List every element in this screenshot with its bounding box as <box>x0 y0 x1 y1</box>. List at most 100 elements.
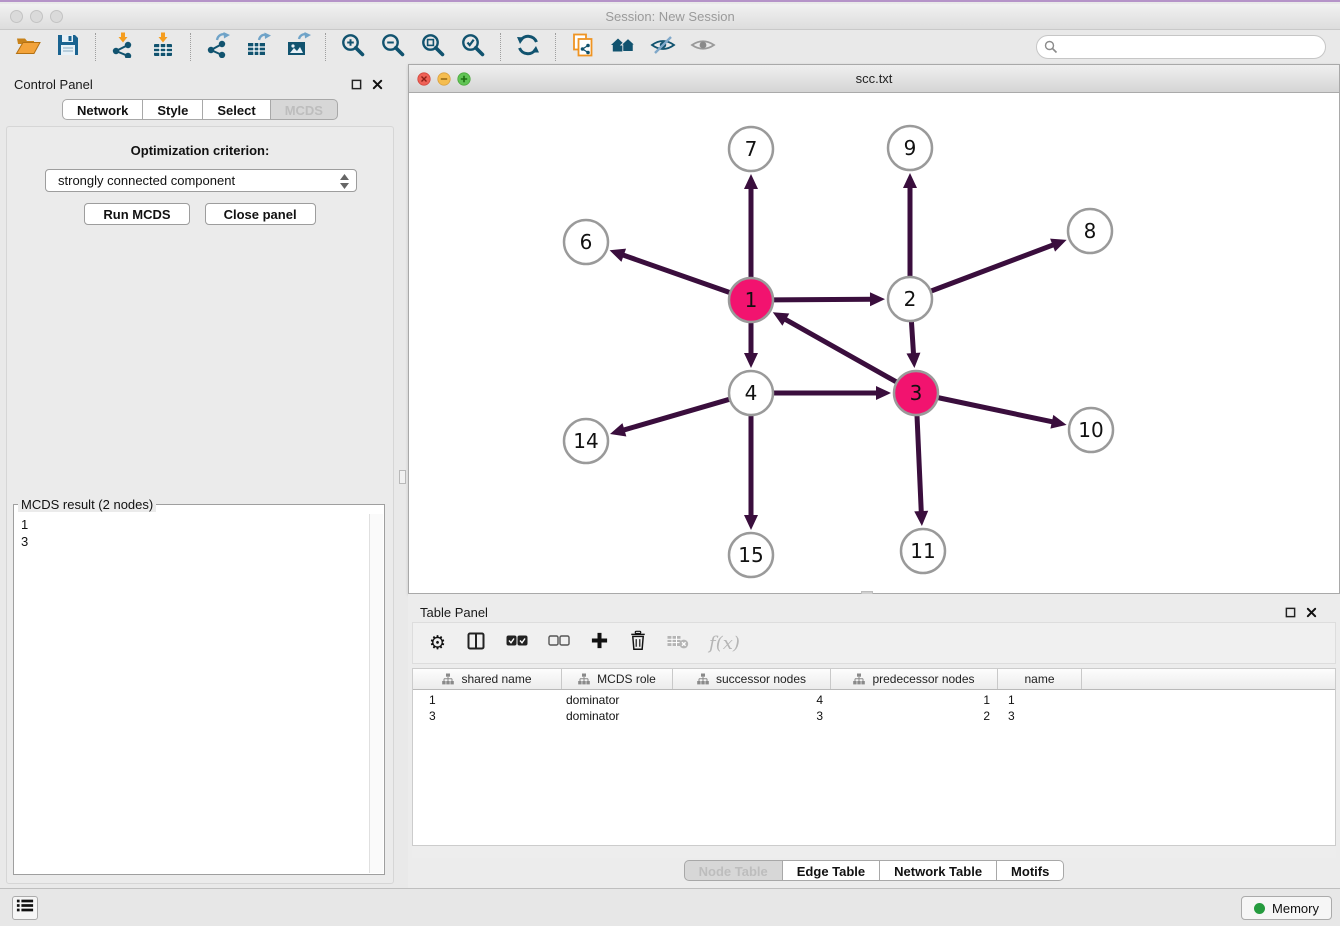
run-mcds-button[interactable]: Run MCDS <box>84 203 189 225</box>
table-cell: 1 <box>831 692 998 708</box>
table-cell: 3 <box>998 708 1082 724</box>
task-history-button[interactable] <box>12 896 38 920</box>
graph-edge-2-3[interactable] <box>911 322 913 356</box>
columns-icon <box>466 631 486 656</box>
panel-splitter-handle[interactable] <box>399 470 406 484</box>
show-details-button[interactable] <box>683 32 723 62</box>
mcds-result-scrollbar[interactable] <box>369 514 383 873</box>
search-input[interactable] <box>1036 35 1326 59</box>
plus-icon <box>590 631 609 655</box>
mcds-result-text: 1 3 <box>15 514 369 873</box>
add-column-button[interactable] <box>590 631 609 655</box>
table-row[interactable]: 1dominator411 <box>413 692 1335 708</box>
table-header-row: shared nameMCDS rolesuccessor nodesprede… <box>413 669 1335 690</box>
toolbar-separator <box>190 33 191 61</box>
save-session-button[interactable] <box>48 32 88 62</box>
node-table: shared nameMCDS rolesuccessor nodesprede… <box>412 668 1336 846</box>
import-table-button[interactable] <box>143 32 183 62</box>
graph-node-label-2: 2 <box>904 287 917 311</box>
criterion-dropdown[interactable]: strongly connected component <box>45 169 357 192</box>
graph-edge-1-6[interactable] <box>621 254 729 292</box>
refresh-view-button[interactable] <box>508 32 548 62</box>
graph-node-label-3: 3 <box>910 381 923 405</box>
application-window: Session: New Session <box>0 0 1340 926</box>
delete-row-button[interactable] <box>629 631 647 655</box>
zoom-in-button[interactable] <box>333 32 373 62</box>
table-cell: 3 <box>413 708 562 724</box>
graph-edge-arrowhead <box>610 423 626 436</box>
zoom-out-icon <box>380 32 406 63</box>
graph-edge-4-14[interactable] <box>622 399 729 430</box>
toolbar-separator <box>95 33 96 61</box>
graph-edge-3-11[interactable] <box>917 416 921 514</box>
tab-motifs[interactable]: Motifs <box>997 860 1064 881</box>
list-icon <box>16 898 34 918</box>
close-panel-button[interactable]: Close panel <box>205 203 316 225</box>
graph-edge-3-1[interactable] <box>783 318 896 382</box>
table-cell: 1 <box>998 692 1082 708</box>
graph-node-label-1: 1 <box>745 288 758 312</box>
graph-node-label-4: 4 <box>745 381 758 405</box>
control-panel-title: Control Panel <box>14 77 93 92</box>
zoom-in-icon <box>340 32 366 63</box>
close-panel-icon[interactable] <box>371 78 384 91</box>
column-header-shared-name[interactable]: shared name <box>413 669 562 689</box>
graph-edge-2-8[interactable] <box>932 244 1056 291</box>
graph-edge-3-10[interactable] <box>939 398 1055 423</box>
column-header-predecessor-nodes[interactable]: predecessor nodes <box>831 669 998 689</box>
close-table-panel-icon[interactable] <box>1305 606 1318 619</box>
open-folder-icon <box>15 32 41 63</box>
home-button[interactable] <box>603 32 643 62</box>
graph-edge-arrowhead <box>744 515 758 530</box>
network-file-manager-button[interactable] <box>563 32 603 62</box>
open-session-button[interactable] <box>8 32 48 62</box>
column-header-name[interactable]: name <box>998 669 1082 689</box>
deselect-all-rows-button[interactable] <box>548 631 570 655</box>
memory-button[interactable]: Memory <box>1241 896 1332 920</box>
graph-node-label-15: 15 <box>738 543 763 567</box>
network-graph: 1234678910111415 <box>409 93 1339 593</box>
control-panel-tabs: NetworkStyleSelectMCDS <box>0 99 400 120</box>
network-window-titlebar: scc.txt <box>409 65 1339 93</box>
table-row[interactable]: 3dominator323 <box>413 708 1335 724</box>
control-panel-header: Control Panel <box>14 72 394 96</box>
graph-edge-arrowhead <box>876 386 891 400</box>
export-table-button[interactable] <box>238 32 278 62</box>
tab-node-table[interactable]: Node Table <box>684 860 783 881</box>
column-header-MCDS-role[interactable]: MCDS role <box>562 669 673 689</box>
zoom-out-button[interactable] <box>373 32 413 62</box>
export-image-button[interactable] <box>278 32 318 62</box>
zoom-selected-icon <box>460 32 486 63</box>
table-body: 1dominator4113dominator323 <box>413 690 1335 724</box>
table-settings-button[interactable]: ⚙ <box>429 631 446 655</box>
import-network-button[interactable] <box>103 32 143 62</box>
graph-edge-arrowhead <box>744 353 758 368</box>
search-field-wrap <box>1036 35 1326 59</box>
zoom-selected-button[interactable] <box>453 32 493 62</box>
hide-details-button[interactable] <box>643 32 683 62</box>
show-columns-button[interactable] <box>466 631 486 655</box>
table-panel-tabs: Node TableEdge TableNetwork TableMotifs <box>408 860 1340 881</box>
zoom-fit-button[interactable] <box>413 32 453 62</box>
tab-select[interactable]: Select <box>203 99 270 120</box>
select-all-rows-button[interactable] <box>506 631 528 655</box>
network-documents-icon <box>570 32 596 63</box>
tab-network-table[interactable]: Network Table <box>880 860 997 881</box>
column-header-successor-nodes[interactable]: successor nodes <box>673 669 831 689</box>
tab-edge-table[interactable]: Edge Table <box>783 860 880 881</box>
tab-network[interactable]: Network <box>62 99 143 120</box>
dropdown-stepper-icon <box>339 173 350 193</box>
float-table-panel-icon[interactable] <box>1284 606 1297 619</box>
main-toolbar <box>0 30 1340 64</box>
export-image-icon <box>285 32 311 63</box>
float-panel-icon[interactable] <box>350 78 363 91</box>
graph-edge-1-2[interactable] <box>774 299 873 300</box>
tab-style[interactable]: Style <box>143 99 203 120</box>
tab-mcds[interactable]: MCDS <box>271 99 338 120</box>
criterion-dropdown-value: strongly connected component <box>58 173 235 188</box>
export-network-button[interactable] <box>198 32 238 62</box>
table-scroll-strip[interactable] <box>412 846 1336 858</box>
network-canvas[interactable]: 1234678910111415 <box>409 93 1339 593</box>
function-builder-button-disabled: f(x) <box>709 631 740 655</box>
toolbar-separator <box>555 33 556 61</box>
